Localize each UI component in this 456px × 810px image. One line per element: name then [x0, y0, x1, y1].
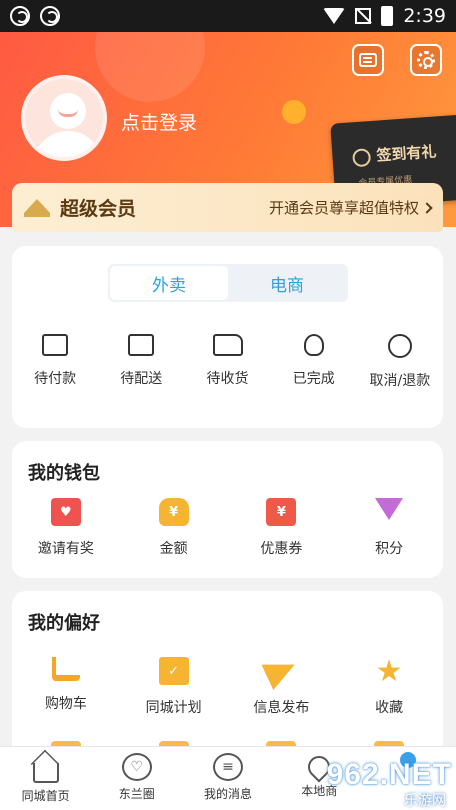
nav-label: 同城首页: [21, 789, 70, 803]
sync-icon: [40, 6, 60, 26]
heart-bubble-icon: ♡: [121, 753, 152, 781]
nav-home[interactable]: 同城首页: [0, 747, 91, 810]
wallet-item-label: 积分: [375, 541, 404, 557]
pref-item-label: 同城计划: [145, 700, 202, 716]
calendar-icon: [352, 148, 372, 168]
wallet-item-label: 邀请有奖: [37, 541, 94, 557]
wallet-title: 我的钱包: [28, 463, 100, 484]
preferences-title: 我的偏好: [28, 613, 100, 634]
tab-takeout[interactable]: 外卖: [110, 266, 228, 300]
chevron-right-icon: [421, 201, 433, 214]
wallet-item-label: 金额: [159, 541, 188, 557]
order-completed[interactable]: 已完成: [271, 334, 357, 390]
vip-link-label: 开通会员尊享超值特权: [268, 199, 419, 217]
wallet-points[interactable]: 积分: [335, 498, 443, 558]
decor-circle: [95, 32, 205, 102]
nav-label: 东兰圈: [118, 787, 155, 801]
wallet-icon: [42, 334, 69, 356]
message-button[interactable]: [352, 44, 384, 76]
watermark-text: 962.NET: [326, 758, 452, 791]
nav-label: 我的消息: [204, 787, 253, 801]
paper-plane-icon: [261, 651, 301, 691]
wallet-card: 我的钱包 ♥ 邀请有奖 ¥ 金额 ¥ 优惠券 积分: [12, 441, 443, 578]
sync-icon: [10, 6, 30, 26]
vip-open-link[interactable]: 开通会员尊享超值特权: [268, 197, 433, 218]
coupon-icon: ¥: [266, 498, 297, 526]
star-icon: ★: [375, 653, 403, 689]
settings-button[interactable]: [410, 44, 442, 76]
order-refund[interactable]: 取消/退款: [357, 334, 443, 390]
wallet-balance[interactable]: ¥ 金额: [120, 498, 228, 558]
message-icon: [359, 53, 377, 67]
pref-favorites[interactable]: ★ 收藏: [335, 653, 443, 717]
nav-messages[interactable]: ≡ 我的消息: [182, 747, 273, 810]
battery-icon: [381, 6, 394, 26]
crown-icon: [24, 198, 50, 217]
preferences-card: 我的偏好 购物车 ✓ 同城计划 信息发布 ★ 收藏: [12, 591, 443, 761]
wallet-item-label: 优惠券: [260, 541, 303, 557]
status-bar: 2:39: [0, 0, 456, 32]
clipboard-check-icon: ✓: [158, 657, 189, 685]
order-item-label: 待收货: [206, 371, 249, 387]
flower-icon: [303, 334, 324, 356]
truck-icon: [212, 334, 243, 356]
no-signal-icon: [355, 8, 372, 24]
diamond-icon: [375, 498, 404, 520]
sign-card-title: 签到有礼: [375, 142, 438, 165]
tab-ecommerce[interactable]: 电商: [228, 266, 346, 300]
avatar[interactable]: [21, 75, 107, 161]
pref-item-label: 购物车: [44, 696, 87, 712]
order-pending-payment[interactable]: 待付款: [12, 334, 98, 390]
order-item-label: 取消/退款: [369, 373, 431, 389]
pref-item-label: 信息发布: [253, 700, 310, 716]
pref-publish[interactable]: 信息发布: [228, 651, 336, 717]
order-pending-delivery[interactable]: 待配送: [98, 334, 184, 390]
refund-icon: [387, 334, 412, 358]
watermark-logo: 962.NET 乐游网: [318, 752, 456, 810]
home-icon: [32, 763, 59, 783]
vip-title: 超级会员: [60, 198, 137, 220]
wallet-invite[interactable]: ♥ 邀请有奖: [12, 498, 120, 558]
invite-envelope-icon: ♥: [50, 498, 81, 526]
order-item-label: 已完成: [292, 371, 335, 387]
watermark-subtext: 乐游网: [404, 793, 446, 809]
login-link[interactable]: 点击登录: [121, 108, 197, 135]
pref-city-plan[interactable]: ✓ 同城计划: [120, 657, 228, 717]
pref-item-label: 收藏: [375, 700, 404, 716]
order-pending-receipt[interactable]: 待收货: [184, 334, 270, 390]
order-type-tabs: 外卖 电商: [108, 264, 348, 302]
decor-dot: [282, 100, 306, 124]
nav-community[interactable]: ♡ 东兰圈: [91, 747, 182, 810]
pref-cart[interactable]: 购物车: [12, 657, 120, 717]
cart-icon: [51, 657, 80, 681]
gear-icon: [417, 51, 435, 69]
chat-icon: ≡: [213, 753, 243, 781]
wallet-coupons[interactable]: ¥ 优惠券: [228, 498, 336, 558]
order-item-label: 待付款: [34, 371, 77, 387]
wifi-icon: [323, 8, 346, 24]
money-bag-icon: ¥: [158, 498, 189, 526]
vip-banner[interactable]: 超级会员 开通会员尊享超值特权: [12, 183, 443, 232]
status-time: 2:39: [403, 5, 446, 27]
orders-card: 外卖 电商 待付款 待配送 待收货 已完成 取消/退款: [12, 246, 443, 428]
order-item-label: 待配送: [120, 371, 163, 387]
package-icon: [128, 334, 155, 356]
